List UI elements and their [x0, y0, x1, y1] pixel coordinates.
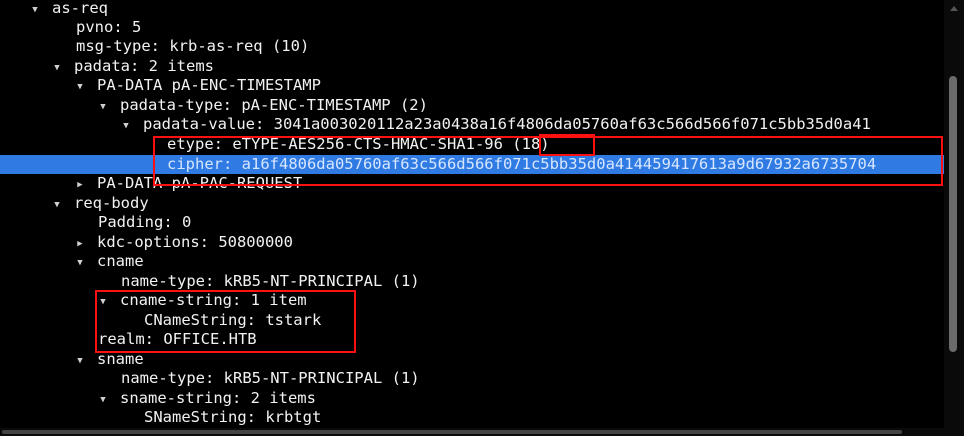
tree-row-label: SNameString: krbtgt: [144, 408, 322, 426]
expand-arrow-icon[interactable]: ▼: [75, 254, 85, 271]
expand-arrow-icon[interactable]: ▼: [98, 293, 108, 310]
tree-row-label: sname: [97, 350, 144, 368]
expand-arrow-icon[interactable]: ▼: [30, 1, 40, 18]
tree-row-label: cname-string: 1 item: [120, 291, 307, 309]
tree-row-label: padata-value: 3041a003020112a23a0438a16f…: [143, 115, 871, 133]
tree-row-sname[interactable]: ▼ sname: [0, 350, 944, 369]
tree-row-padata[interactable]: ▼ padata: 2 items: [0, 57, 944, 76]
tree-row-padata-value[interactable]: ▼ padata-value: 3041a003020112a23a0438a16…: [0, 115, 944, 134]
tree-row-label: pvno: 5: [76, 18, 142, 36]
tree-row-label: req-body: [74, 194, 149, 212]
collapse-arrow-icon[interactable]: ▶: [75, 176, 85, 193]
tree-row-label: cipher: a16f4806da05760af63c566d566f071c…: [167, 155, 877, 173]
expand-arrow-icon[interactable]: ▼: [121, 117, 131, 134]
tree-row-cname-name-type[interactable]: name-type: kRB5-NT-PRINCIPAL (1): [0, 272, 944, 291]
tree-row-label: as-req: [52, 0, 108, 17]
scroll-up-arrow-icon[interactable]: [950, 6, 958, 11]
horizontal-scrollbar[interactable]: [0, 428, 944, 436]
vertical-scrollbar-thumb[interactable]: [949, 76, 957, 352]
tree-row-etype[interactable]: etype: eTYPE-AES256-CTS-HMAC-SHA1-96 (18…: [0, 135, 944, 154]
tree-row-cname-string[interactable]: ▼ cname-string: 1 item: [0, 291, 944, 310]
tree-row-as-req[interactable]: ▼ as-req: [0, 0, 944, 18]
tree-row-label: padata: 2 items: [74, 57, 214, 75]
tree-row-label: CNameString: tstark: [144, 311, 322, 329]
expand-arrow-icon[interactable]: ▼: [98, 391, 108, 408]
packet-details-tree: ▼ as-req pvno: 5 msg-type: krb-as-req (10…: [0, 0, 944, 436]
horizontal-scrollbar-thumb[interactable]: [2, 430, 902, 434]
expand-arrow-icon[interactable]: ▼: [52, 196, 62, 213]
tree-row-label: name-type: kRB5-NT-PRINCIPAL (1): [121, 272, 420, 290]
tree-row-sname-name-type[interactable]: name-type: kRB5-NT-PRINCIPAL (1): [0, 369, 944, 388]
tree-row-label: sname-string: 2 items: [120, 389, 316, 407]
tree-row-cipher[interactable]: cipher: a16f4806da05760af63c566d566f071c…: [0, 155, 944, 174]
tree-row-msg-type[interactable]: msg-type: krb-as-req (10): [0, 37, 944, 56]
expand-arrow-icon[interactable]: ▼: [98, 98, 108, 115]
tree-row-pa-data-pac-request[interactable]: ▶ PA-DATA pA-PAC-REQUEST: [0, 174, 944, 193]
tree-row-pvno[interactable]: pvno: 5: [0, 18, 944, 37]
tree-row-realm[interactable]: realm: OFFICE.HTB: [0, 330, 944, 349]
tree-row-cnamestring[interactable]: CNameString: tstark: [0, 311, 944, 330]
tree-row-label: etype: eTYPE-AES256-CTS-HMAC-SHA1-96 (18…: [167, 135, 550, 153]
tree-row-sname-string[interactable]: ▼ sname-string: 2 items: [0, 389, 944, 408]
expand-arrow-icon[interactable]: ▼: [52, 59, 62, 76]
tree-row-label: Padding: 0: [98, 213, 192, 231]
tree-row-label: kdc-options: 50800000: [97, 233, 293, 251]
vertical-scrollbar[interactable]: [944, 0, 964, 436]
tree-row-label: PA-DATA pA-PAC-REQUEST: [97, 174, 303, 192]
tree-row-label: cname: [97, 252, 144, 270]
tree-row-label: name-type: kRB5-NT-PRINCIPAL (1): [121, 369, 420, 387]
tree-row-label: PA-DATA pA-ENC-TIMESTAMP: [97, 76, 321, 94]
expand-arrow-icon[interactable]: ▼: [75, 352, 85, 369]
tree-row-pa-data-enc-timestamp[interactable]: ▼ PA-DATA pA-ENC-TIMESTAMP: [0, 76, 944, 95]
tree-row-label: padata-type: pA-ENC-TIMESTAMP (2): [120, 96, 428, 114]
tree-row-padata-type[interactable]: ▼ padata-type: pA-ENC-TIMESTAMP (2): [0, 96, 944, 115]
tree-row-snamestring[interactable]: SNameString: krbtgt: [0, 408, 944, 427]
tree-row-padding[interactable]: Padding: 0: [0, 213, 944, 232]
expand-arrow-icon[interactable]: ▼: [75, 78, 85, 95]
tree-row-cname[interactable]: ▼ cname: [0, 252, 944, 271]
tree-row-kdc-options[interactable]: ▶ kdc-options: 50800000: [0, 233, 944, 252]
tree-row-label: realm: OFFICE.HTB: [98, 330, 257, 348]
collapse-arrow-icon[interactable]: ▶: [75, 235, 85, 252]
tree-row-req-body[interactable]: ▼ req-body: [0, 194, 944, 213]
tree-row-label: msg-type: krb-as-req (10): [76, 37, 310, 55]
